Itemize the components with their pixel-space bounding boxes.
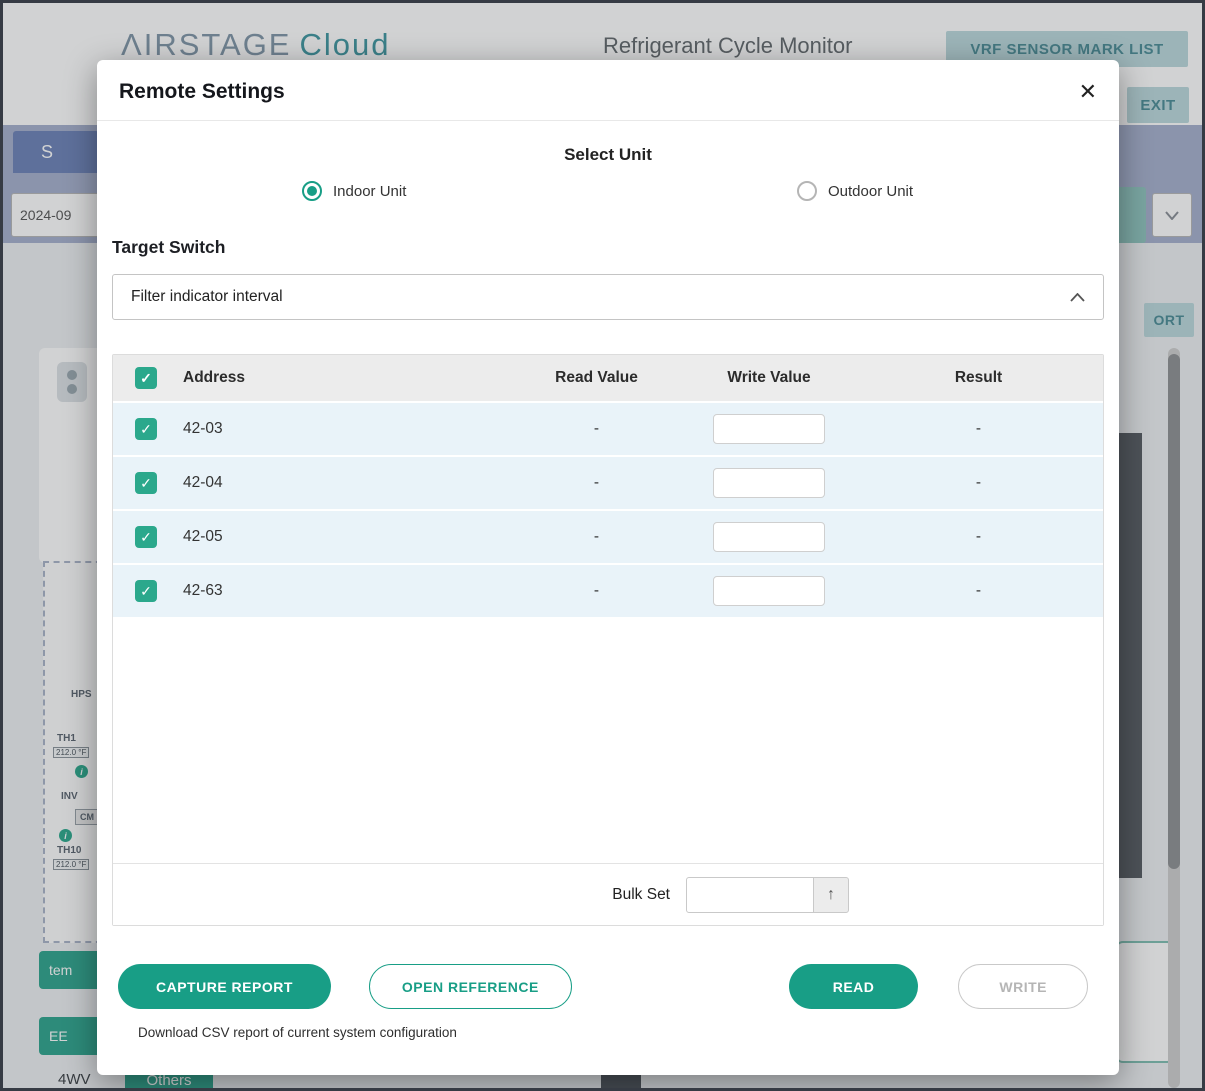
table-empty-area	[113, 617, 1103, 863]
dialog-body: Select Unit Indoor Unit Outdoor Unit Tar…	[97, 145, 1119, 1040]
table-row: ✓ 42-63 - -	[113, 563, 1103, 617]
select-unit-heading: Select Unit	[564, 145, 652, 164]
radio-outdoor-unit[interactable]: Outdoor Unit	[797, 181, 913, 201]
chevron-up-icon	[1070, 292, 1085, 302]
remote-settings-dialog: Remote Settings ✕ Select Unit Indoor Uni…	[97, 60, 1119, 1075]
write-value-input[interactable]	[713, 468, 825, 498]
dropdown-value: Filter indicator interval	[131, 288, 283, 305]
result-cell: -	[975, 528, 982, 545]
address-cell: 42-63	[183, 582, 223, 599]
column-header-read-value: Read Value	[555, 369, 638, 386]
arrow-up-icon: ↑	[827, 885, 835, 903]
result-cell: -	[975, 582, 982, 599]
row-checkbox[interactable]: ✓	[135, 526, 157, 548]
read-value-cell: -	[593, 582, 600, 599]
switch-table: ✓ Address Read Value Write Value Result …	[112, 354, 1104, 926]
table-row: ✓ 42-05 - -	[113, 509, 1103, 563]
table-header-row: ✓ Address Read Value Write Value Result	[113, 355, 1103, 401]
column-header-write-value: Write Value	[727, 369, 811, 386]
unit-radio-group: Indoor Unit Outdoor Unit	[112, 181, 1104, 211]
column-header-result: Result	[954, 369, 1003, 386]
row-checkbox[interactable]: ✓	[135, 472, 157, 494]
result-cell: -	[975, 420, 982, 437]
dialog-header: Remote Settings ✕	[97, 60, 1119, 121]
radio-unselected-icon	[797, 181, 817, 201]
bulk-set-input[interactable]	[686, 876, 814, 913]
bulk-apply-button[interactable]: ↑	[813, 876, 849, 913]
row-checkbox[interactable]: ✓	[135, 580, 157, 602]
row-checkbox[interactable]: ✓	[135, 418, 157, 440]
capture-report-caption: Download CSV report of current system co…	[138, 1025, 457, 1040]
bulk-set-row: Bulk Set ↑	[113, 863, 1103, 925]
dialog-actions: CAPTURE REPORT OPEN REFERENCE READ WRITE	[112, 964, 1104, 1009]
radio-indoor-unit[interactable]: Indoor Unit	[302, 181, 406, 201]
target-switch-dropdown[interactable]: Filter indicator interval	[112, 274, 1104, 320]
column-header-address: Address	[183, 369, 246, 386]
read-value-cell: -	[593, 474, 600, 491]
read-value-cell: -	[593, 420, 600, 437]
outdoor-unit-label: Outdoor Unit	[828, 182, 914, 200]
open-reference-button[interactable]: OPEN REFERENCE	[368, 964, 572, 1009]
select-all-checkbox[interactable]: ✓	[135, 367, 157, 389]
address-cell: 42-03	[183, 420, 223, 437]
read-button[interactable]: READ	[788, 964, 919, 1009]
address-cell: 42-05	[183, 528, 223, 545]
table-row: ✓ 42-03 - -	[113, 401, 1103, 455]
screen: ΛIRSTAGE Cloud Refrigerant Cycle Monitor …	[0, 0, 1205, 1091]
write-button[interactable]: WRITE	[958, 964, 1088, 1009]
close-icon[interactable]: ✕	[1079, 81, 1097, 103]
target-switch-heading: Target Switch	[112, 237, 226, 257]
indoor-unit-label: Indoor Unit	[333, 182, 407, 200]
table-row: ✓ 42-04 - -	[113, 455, 1103, 509]
radio-selected-icon	[302, 181, 322, 201]
dialog-title: Remote Settings	[119, 80, 285, 103]
capture-report-button[interactable]: CAPTURE REPORT	[118, 964, 331, 1009]
write-value-input[interactable]	[713, 414, 825, 444]
write-value-input[interactable]	[713, 576, 825, 606]
read-value-cell: -	[593, 528, 600, 545]
address-cell: 42-04	[183, 474, 223, 491]
result-cell: -	[975, 474, 982, 491]
write-value-input[interactable]	[713, 522, 825, 552]
bulk-set-label: Bulk Set	[612, 885, 670, 903]
